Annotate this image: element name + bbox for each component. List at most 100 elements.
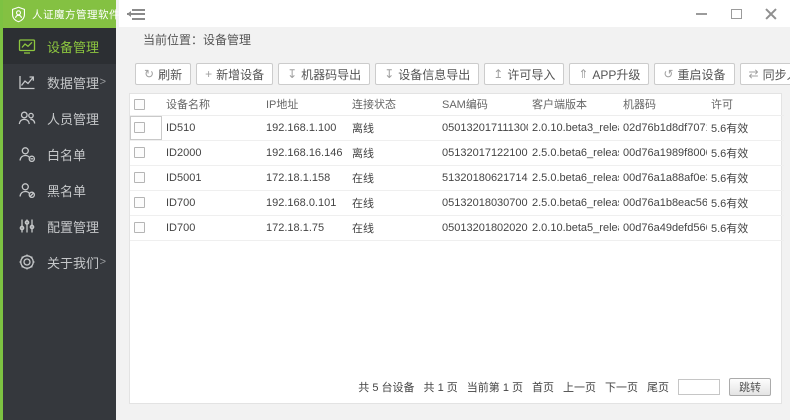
prev-page-link[interactable]: 上一页 [563, 379, 596, 395]
sidebar-item-0[interactable]: 设备管理 [3, 28, 116, 64]
toolbar-button-2[interactable]: ↧ 机器码导出 [278, 63, 370, 85]
table-row: ID5001172.18.1.158在线5132018062171475...2… [130, 165, 784, 190]
toolbar-button-label: 同步人员 [763, 66, 790, 83]
sidebar-item-label: 设备管理 [47, 37, 99, 56]
cell-license: 5.6有效 [707, 140, 784, 165]
cell-ip: 172.18.1.75 [262, 215, 348, 240]
toolbar-button-6[interactable]: ↺ 重启设备 [654, 63, 734, 85]
jump-button[interactable]: 跳转 [729, 378, 771, 396]
sidebar-item-label: 配置管理 [47, 217, 99, 236]
row-checkbox[interactable] [134, 147, 145, 158]
select-all-checkbox[interactable] [134, 99, 145, 110]
toolbar-button-3[interactable]: ↧ 设备信息导出 [375, 63, 479, 85]
maximize-icon[interactable] [730, 7, 743, 20]
total-devices-text: 共 5 台设备 [358, 379, 414, 395]
row-checkbox[interactable] [134, 122, 145, 133]
sidebar-item-4[interactable]: 黑名单 [3, 172, 116, 208]
cell-name: ID2000 [162, 140, 262, 165]
sync-icon: ⇄ [749, 68, 759, 80]
app-title: 人证魔方管理软件 [32, 7, 120, 22]
cell-status: 在线 [348, 190, 438, 215]
toolbar-button-0[interactable]: ↻ 刷新 [135, 63, 191, 85]
sidebar-item-label: 数据管理 [47, 73, 99, 92]
toolbar-button-5[interactable]: ⇑ APP升级 [569, 63, 649, 85]
cell-ip: 192.168.16.146 [262, 140, 348, 165]
cell-machine: 00d76a1a88af0e3b... [619, 165, 707, 190]
device-table: 设备名称IP地址连接状态SAM编码客户端版本机器码许可 ID510192.168… [130, 94, 784, 241]
cell-version: 2.5.0.beta6_release [528, 165, 619, 190]
cell-license: 5.6有效 [707, 115, 784, 140]
close-icon[interactable] [765, 7, 778, 20]
toolbar-button-label: 机器码导出 [301, 66, 361, 83]
sidebar-item-2[interactable]: 人员管理 [3, 100, 116, 136]
next-page-link[interactable]: 下一页 [605, 379, 638, 395]
cell-status: 离线 [348, 140, 438, 165]
column-header-2: 连接状态 [348, 94, 438, 115]
toolbar-button-4[interactable]: ↥许可导入 [484, 63, 564, 85]
device-table-panel: 设备名称IP地址连接状态SAM编码客户端版本机器码许可 ID510192.168… [129, 93, 782, 404]
cell-status: 在线 [348, 215, 438, 240]
plus-icon: + [205, 68, 212, 80]
sidebar-item-label: 关于我们 [47, 253, 99, 272]
current-page-text: 当前第 1 页 [467, 379, 523, 395]
collapse-sidebar-icon[interactable] [127, 6, 145, 21]
cell-ip: 192.168.0.101 [262, 190, 348, 215]
cell-sam: 0513201712210000... [438, 140, 528, 165]
cell-sam: 0501320180202000... [438, 215, 528, 240]
first-page-link[interactable]: 首页 [532, 379, 554, 395]
toolbar-button-label: 重启设备 [677, 66, 725, 83]
cell-machine: 00d76a1989f8006e4... [619, 140, 707, 165]
table-row: ID700172.18.1.75在线0501320180202000...2.0… [130, 215, 784, 240]
window-titlebar [119, 0, 790, 27]
restart-icon: ↺ [663, 68, 673, 80]
person-blacklist-icon [17, 180, 37, 200]
cell-license: 5.6有效 [707, 165, 784, 190]
toolbar-button-label: APP升级 [592, 66, 640, 83]
cell-ip: 172.18.1.158 [262, 165, 348, 190]
row-checkbox[interactable] [134, 172, 145, 183]
minimize-icon[interactable] [695, 7, 708, 20]
export-icon: ↧ [287, 68, 297, 80]
cell-name: ID700 [162, 190, 262, 215]
cell-name: ID5001 [162, 165, 262, 190]
cell-version: 2.0.10.beta5_release [528, 215, 619, 240]
row-checkbox[interactable] [134, 222, 145, 233]
toolbar-button-label: 新增设备 [216, 66, 264, 83]
sidebar-item-1[interactable]: 数据管理> [3, 64, 116, 100]
app-logo-shield-icon [10, 6, 27, 23]
upgrade-icon: ⇑ [578, 68, 588, 80]
sidebar-item-6[interactable]: 关于我们> [3, 244, 116, 280]
cell-machine: 00d76a1b8eac566a... [619, 190, 707, 215]
sidebar-item-3[interactable]: 白名单 [3, 136, 116, 172]
toolbar-button-label: 刷新 [158, 66, 182, 83]
toolbar-button-1[interactable]: + 新增设备 [196, 63, 273, 85]
device-monitor-icon [17, 36, 37, 56]
table-row: ID700192.168.0.101在线0513201803070000...2… [130, 190, 784, 215]
column-header-5: 机器码 [619, 94, 707, 115]
sidebar-item-label: 黑名单 [47, 181, 86, 200]
cell-sam: 0501320171113000... [438, 115, 528, 140]
total-pages-text: 共 1 页 [424, 379, 458, 395]
cell-version: 2.5.0.beta6_release [528, 190, 619, 215]
page-jump-input[interactable] [678, 379, 720, 395]
row-checkbox[interactable] [134, 197, 145, 208]
cell-version: 2.5.0.beta6_release [528, 140, 619, 165]
cell-status: 离线 [348, 115, 438, 140]
column-header-1: IP地址 [262, 94, 348, 115]
toolbar-button-7[interactable]: ⇄ 同步人员 [740, 63, 790, 85]
pagination: 共 5 台设备 共 1 页 当前第 1 页 首页 上一页 下一页 尾页 跳转 [358, 378, 771, 396]
refresh-icon: ↻ [144, 68, 154, 80]
sidebar-item-5[interactable]: 配置管理 [3, 208, 116, 244]
person-whitelist-icon [17, 144, 37, 164]
sidebar-item-label: 人员管理 [47, 109, 99, 128]
breadcrumb: 当前位置：设备管理 [119, 27, 790, 54]
gear-icon [17, 252, 37, 272]
export-icon: ↧ [384, 68, 394, 80]
chevron-right-icon: > [100, 256, 106, 268]
cell-ip: 192.168.1.100 [262, 115, 348, 140]
table-row: ID510192.168.1.100离线0501320171113000...2… [130, 115, 784, 140]
column-header-0: 设备名称 [162, 94, 262, 115]
cell-machine: 00d76a49defd566f1... [619, 215, 707, 240]
toolbar-button-label: 设备信息导出 [398, 66, 470, 83]
last-page-link[interactable]: 尾页 [647, 379, 669, 395]
